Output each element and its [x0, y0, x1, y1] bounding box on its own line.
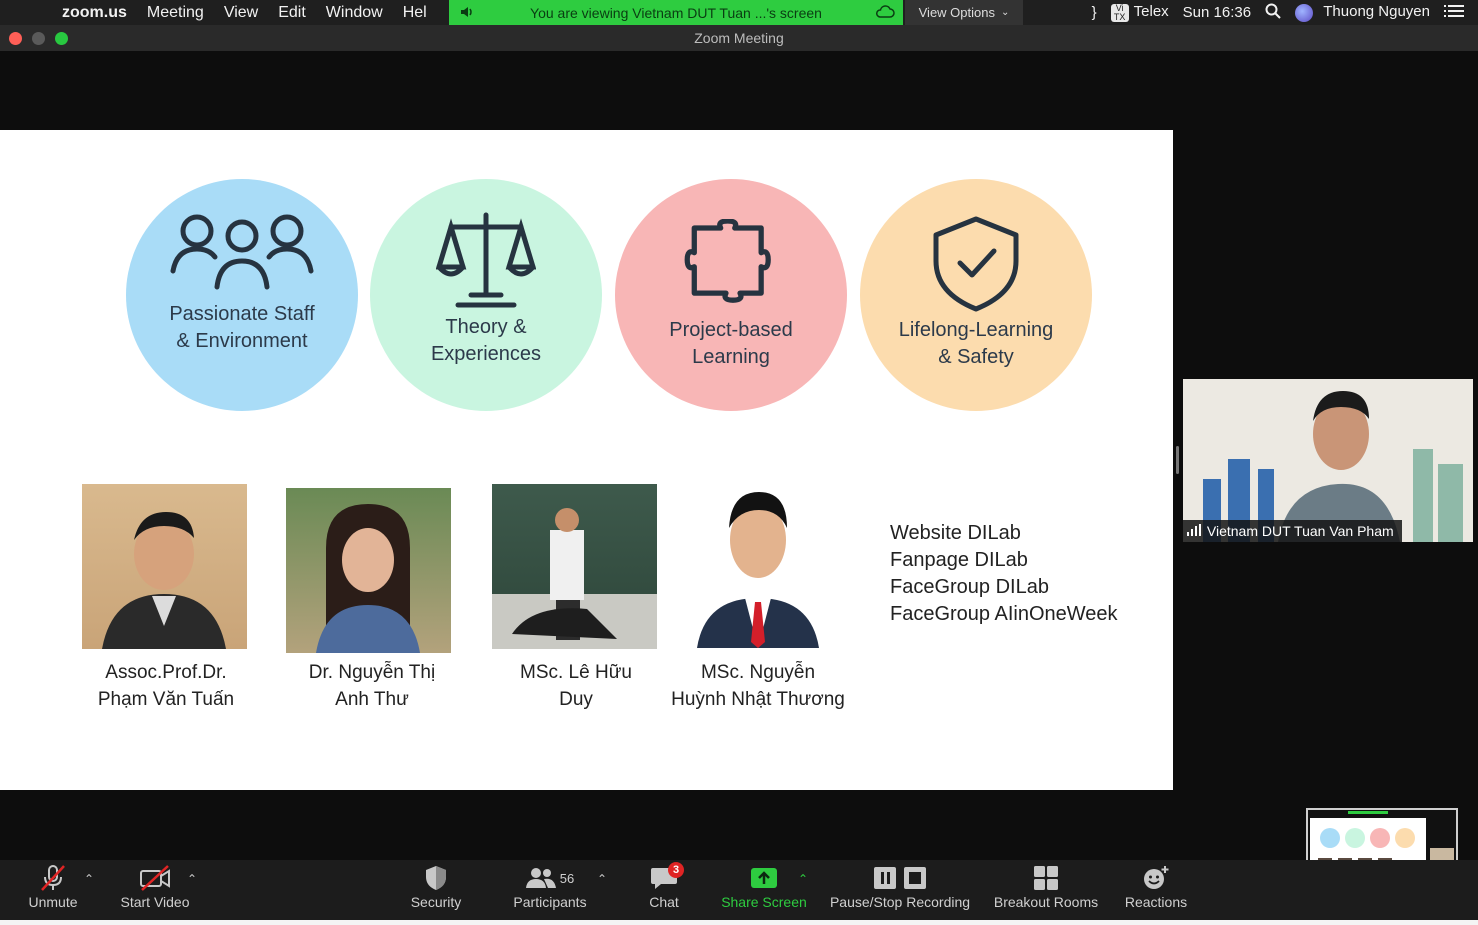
window-title: Zoom Meeting [694, 30, 784, 46]
link-facegroup-aiinoneweek[interactable]: FaceGroup AIinOneWeek [890, 601, 1118, 628]
circle-label: Passionate Staff & Environment [169, 303, 315, 352]
breakout-rooms-button[interactable]: Breakout Rooms [992, 860, 1100, 920]
spotlight-search-icon[interactable] [1265, 3, 1281, 23]
person-name-1: Assoc.Prof.Dr. Phạm Văn Tuấn [97, 662, 235, 710]
breakout-rooms-icon [1033, 862, 1059, 894]
puzzle-icon [684, 219, 771, 303]
control-center-icon[interactable] [1444, 3, 1464, 23]
status-extra-icon[interactable]: } [1092, 4, 1097, 21]
start-video-button[interactable]: Start Video [116, 860, 194, 920]
meeting-toolbar: Unmute ⌃ Start Video ⌃ Security 56 Parti… [0, 860, 1478, 920]
circle-project-based: Project-based Learning [615, 179, 847, 411]
menu-view[interactable]: View [214, 4, 268, 22]
participants-options-caret[interactable]: ⌃ [597, 872, 607, 886]
window-bottom-edge [0, 920, 1478, 925]
reactions-smiley-icon [1142, 862, 1170, 894]
share-banner-text: You are viewing Vietnam DUT Tuan ...'s s… [530, 4, 822, 21]
participants-icon: 56 [525, 862, 575, 894]
muted-mic-icon [38, 862, 68, 894]
cloud-icon [875, 3, 895, 24]
circle-label: Theory & Experiences [430, 316, 542, 365]
link-fanpage-dilab[interactable]: Fanpage DILab [890, 547, 1118, 574]
menu-meeting[interactable]: Meeting [137, 4, 214, 22]
photo-nguyen-huynh-nhat-thuong [697, 478, 819, 648]
breakout-rooms-label: Breakout Rooms [993, 894, 1099, 910]
view-options-button[interactable]: View Options ⌄ [905, 0, 1023, 25]
photo-le-huu-duy [492, 484, 657, 649]
input-method[interactable]: Vi TX Telex [1110, 3, 1169, 22]
reactions-button[interactable]: Reactions [1122, 860, 1190, 920]
person-name-4: MSc. Nguyễn Huỳnh Nhật Thương [671, 662, 845, 710]
share-screen-button[interactable]: Share Screen [720, 860, 808, 920]
view-options-label: View Options [918, 5, 995, 20]
menu-window[interactable]: Window [316, 4, 393, 22]
links-list: Website DILab Fanpage DILab FaceGroup DI… [890, 520, 1118, 628]
chat-unread-badge: 3 [668, 862, 684, 878]
reactions-label: Reactions [1124, 894, 1188, 910]
video-options-caret[interactable]: ⌃ [187, 872, 197, 886]
input-method-label: Telex [1133, 3, 1169, 21]
link-website-dilab[interactable]: Website DILab [890, 520, 1118, 547]
share-screen-label: Share Screen [721, 894, 807, 910]
menu-app-zoom[interactable]: zoom.us [62, 4, 137, 22]
video-off-icon [139, 862, 171, 894]
screen-share-banner[interactable]: You are viewing Vietnam DUT Tuan ...'s s… [449, 0, 903, 25]
circle-label: Project-based Learning [669, 319, 793, 368]
circle-label: Lifelong-Learning & Safety [898, 319, 1054, 368]
speaker-video-frame [1183, 379, 1473, 542]
person-name-2: Dr. Nguyễn Thị Anh Thư [308, 662, 436, 710]
menu-help[interactable]: Hel [393, 4, 437, 22]
pause-stop-recording-icon [870, 862, 930, 894]
start-video-label: Start Video [120, 894, 190, 910]
close-window-button[interactable] [9, 32, 22, 45]
window-titlebar: Zoom Meeting [0, 25, 1478, 51]
chat-label: Chat [649, 894, 679, 910]
unmute-button[interactable]: Unmute [22, 860, 84, 920]
speaker-name-label: Vietnam DUT Tuan Van Pham [1183, 520, 1402, 542]
security-button[interactable]: Security [406, 860, 466, 920]
clock[interactable]: Sun 16:36 [1183, 4, 1251, 21]
photo-nguyen-thi-anh-thu [286, 488, 451, 653]
recording-label: Pause/Stop Recording [829, 894, 971, 910]
people-icon [170, 214, 314, 290]
speaker-video-tile[interactable]: Vietnam DUT Tuan Van Pham [1183, 379, 1473, 542]
zoom-window-button[interactable] [55, 32, 68, 45]
circle-theory-experiences: Theory & Experiences [370, 179, 602, 411]
shield-check-icon [933, 216, 1019, 312]
circle-passionate-staff: Passionate Staff & Environment [126, 179, 358, 411]
security-label: Security [410, 894, 462, 910]
security-shield-icon [424, 862, 448, 894]
telex-icon: Vi TX [1110, 3, 1129, 22]
chevron-down-icon: ⌄ [1000, 7, 1010, 18]
user-name: Thuong Nguyen [1323, 3, 1430, 21]
share-options-caret[interactable]: ⌃ [798, 872, 808, 886]
recording-button[interactable]: Pause/Stop Recording [826, 860, 974, 920]
speaker-name: Vietnam DUT Tuan Van Pham [1206, 523, 1394, 539]
participants-label: Participants [513, 894, 587, 910]
link-facegroup-dilab[interactable]: FaceGroup DILab [890, 574, 1118, 601]
shared-screen-slide: Passionate Staff & Environment Theory & … [0, 130, 1173, 790]
unmute-label: Unmute [28, 894, 78, 910]
menu-edit[interactable]: Edit [268, 4, 316, 22]
panel-resize-handle[interactable] [1176, 446, 1179, 474]
minimize-window-button[interactable] [32, 32, 45, 45]
user-avatar-icon [1295, 3, 1314, 22]
participants-button[interactable]: 56 Participants [508, 860, 592, 920]
signal-strength-icon [1187, 523, 1207, 539]
menubar-status-area: } Vi TX Telex Sun 16:36 Thuong Nguyen [1092, 0, 1478, 25]
share-screen-icon [749, 862, 779, 894]
speaker-icon [459, 4, 475, 23]
photo-pham-van-tuan [82, 484, 247, 649]
user-account[interactable]: Thuong Nguyen [1295, 3, 1430, 22]
circle-lifelong-learning: Lifelong-Learning & Safety [860, 179, 1092, 411]
participants-count: 56 [559, 870, 575, 886]
audio-options-caret[interactable]: ⌃ [84, 872, 94, 886]
scale-icon [436, 212, 536, 308]
